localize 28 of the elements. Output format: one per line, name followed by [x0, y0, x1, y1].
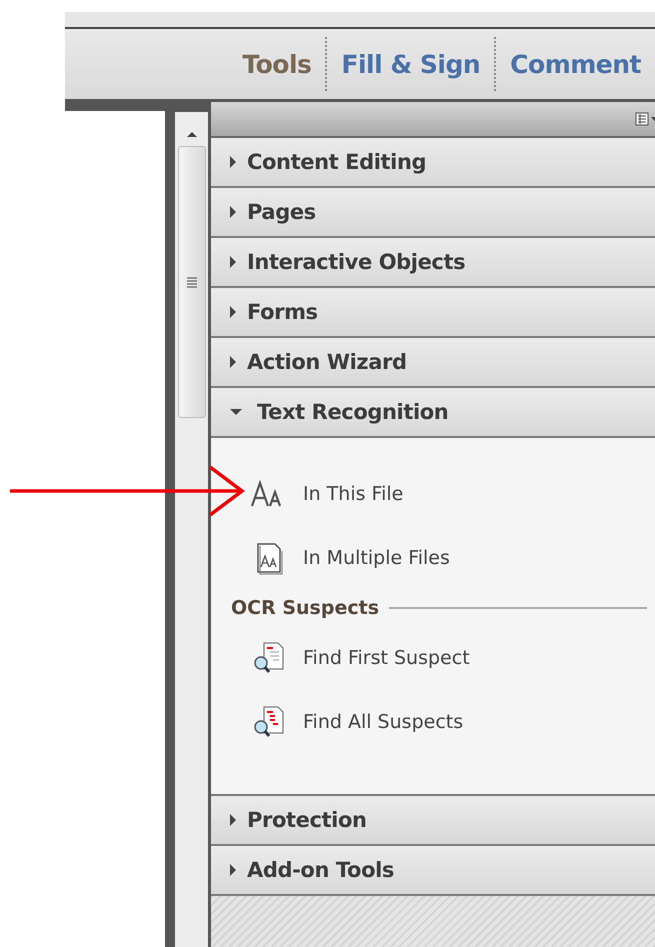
section-header[interactable]: Forms: [211, 288, 655, 338]
section-header[interactable]: Pages: [211, 188, 655, 238]
collapsed-triangle-icon: [229, 355, 237, 369]
section-header[interactable]: Text Recognition: [211, 388, 655, 438]
tool-link[interactable]: Find First Suspect: [303, 647, 470, 669]
group-heading: OCR Suspects: [231, 597, 380, 619]
tool-link[interactable]: Find All Suspects: [303, 711, 464, 733]
collapsed-triangle-icon: [229, 255, 237, 269]
collapsed-triangle-icon: [229, 813, 237, 827]
section-header[interactable]: Interactive Objects: [211, 238, 655, 288]
panel-options-icon[interactable]: [635, 112, 655, 126]
pane-tab[interactable]: Comment: [496, 50, 655, 78]
expanded-triangle-icon: [229, 407, 243, 417]
section-header[interactable]: Protection: [211, 796, 655, 846]
collapsed-triangle-icon: [229, 205, 237, 219]
collapsed-triangle-icon: [229, 155, 237, 169]
tool-link[interactable]: In Multiple Files: [303, 547, 450, 569]
tool-link[interactable]: In This File: [303, 483, 404, 505]
scrollbar[interactable]: [175, 102, 208, 947]
section-header[interactable]: Add-on Tools: [211, 846, 655, 896]
section-header[interactable]: Content Editing: [211, 138, 655, 188]
pane-tab[interactable]: Fill & Sign: [327, 50, 494, 78]
pane-tab[interactable]: Tools: [228, 50, 326, 78]
scroll-up-icon[interactable]: [186, 130, 198, 138]
collapsed-triangle-icon: [229, 863, 237, 877]
section-header[interactable]: Action Wizard: [211, 338, 655, 388]
scroll-thumb[interactable]: [178, 146, 206, 418]
collapsed-triangle-icon: [229, 305, 237, 319]
